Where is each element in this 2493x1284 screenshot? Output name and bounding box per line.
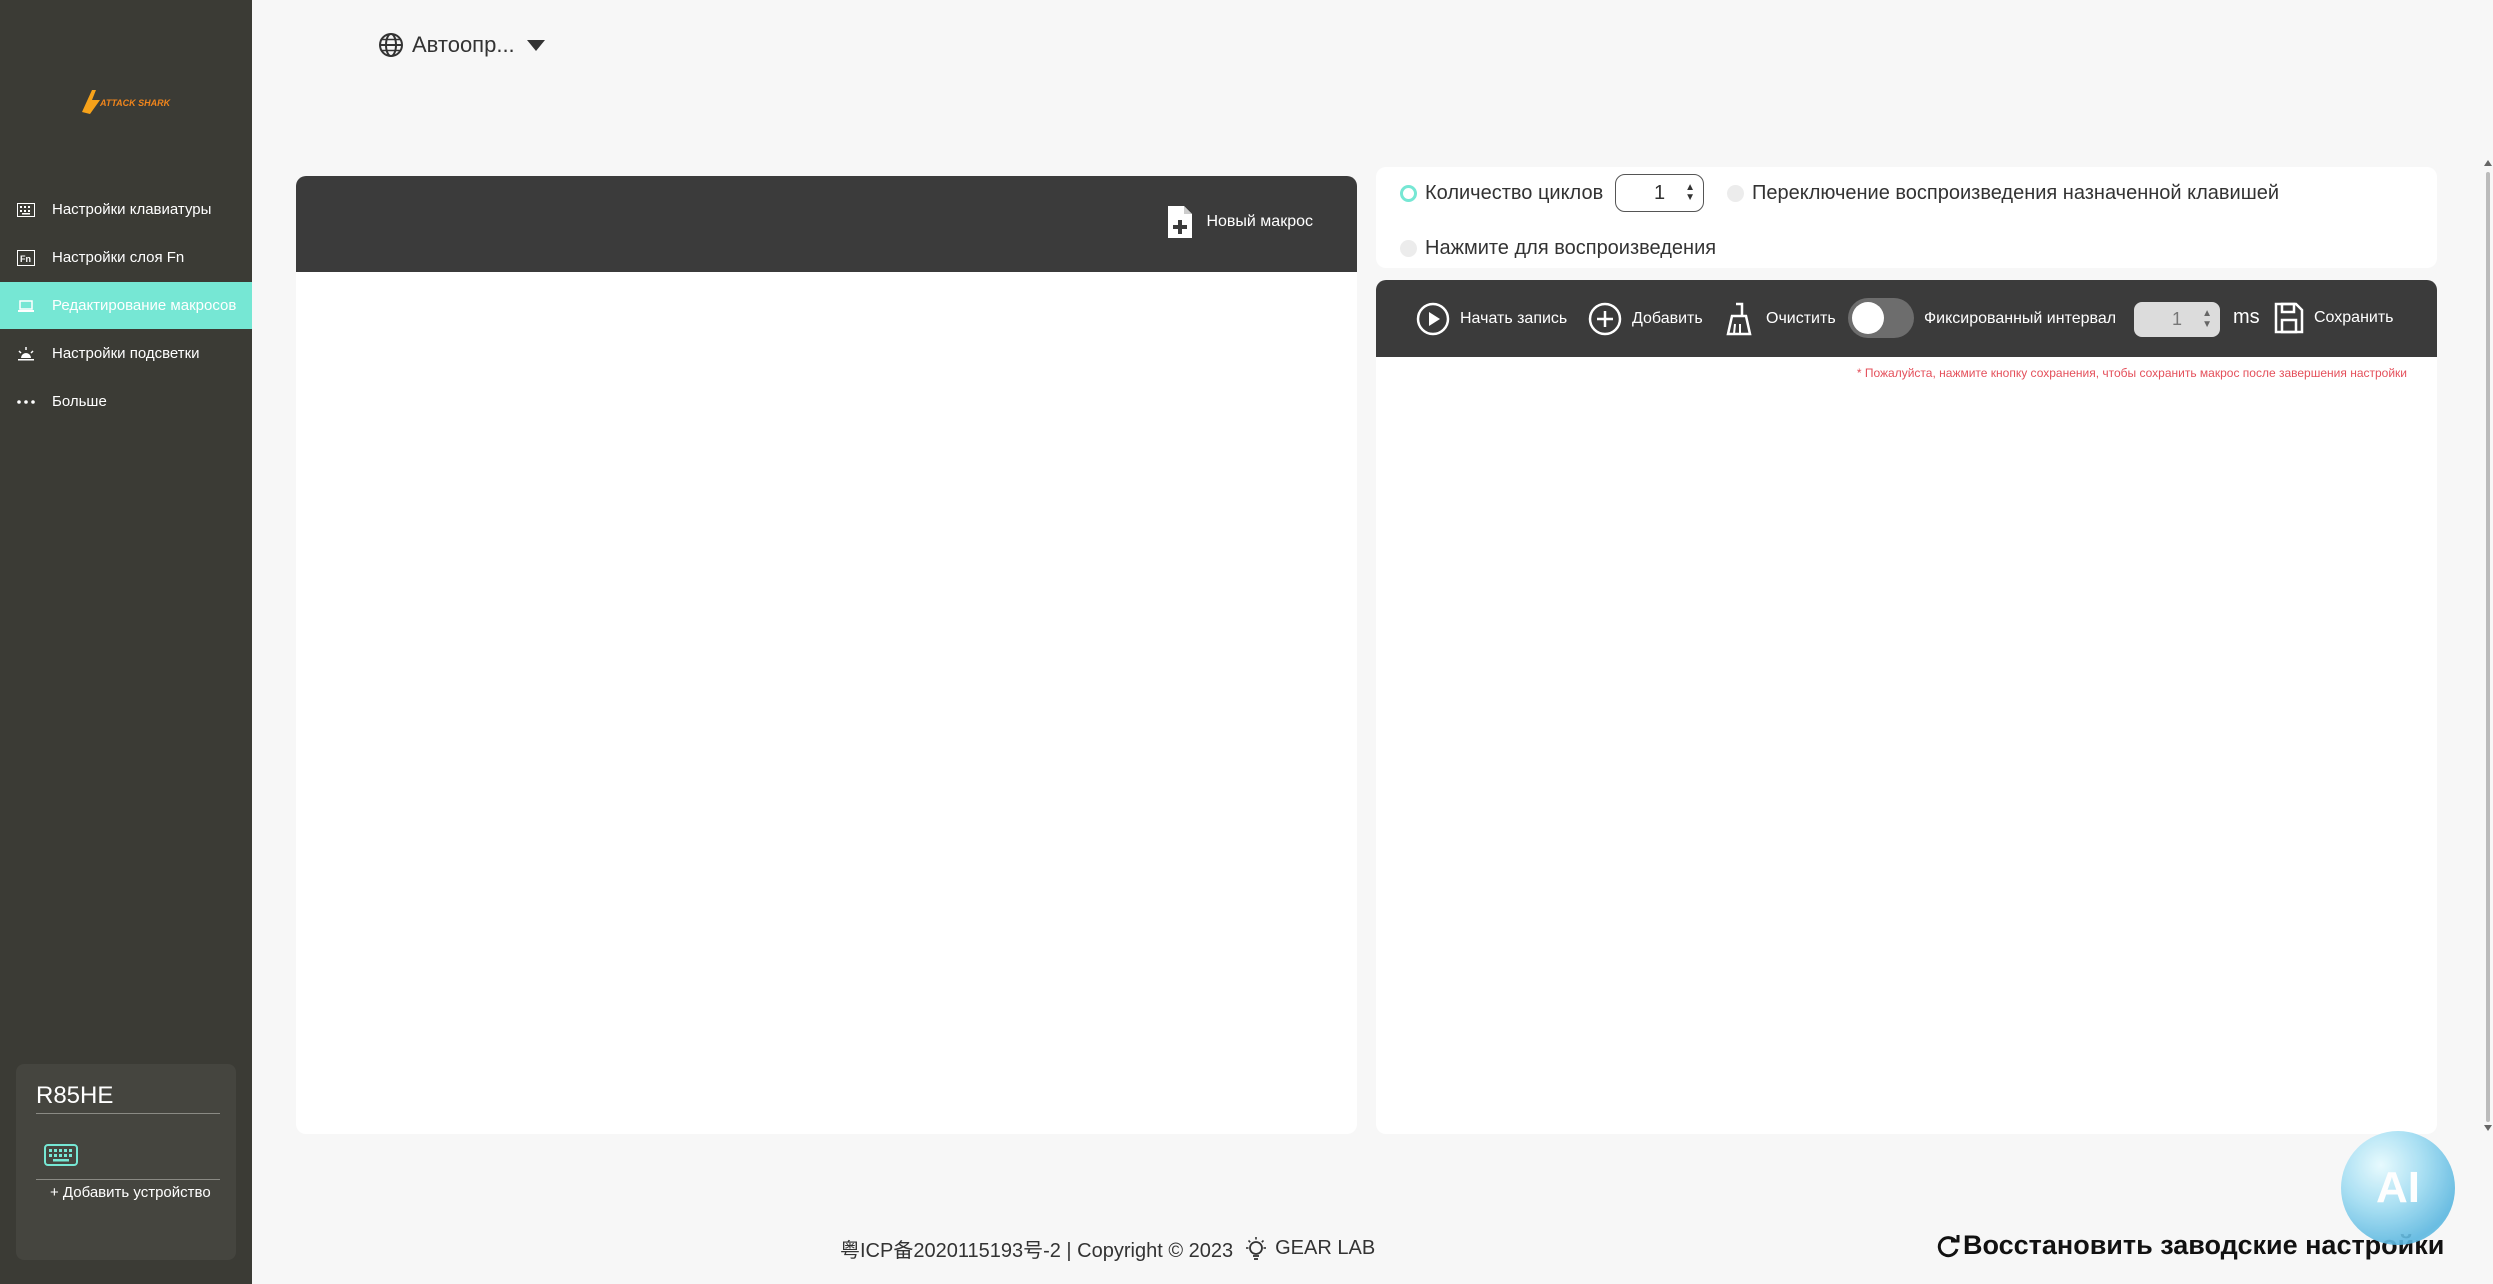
divider [36,1113,220,1114]
scrollbar-thumb[interactable] [2486,172,2490,1122]
language-label: Автоопр... [412,32,515,57]
save-button[interactable]: Сохранить [2274,302,2394,334]
add-button[interactable]: Добавить [1588,302,1703,336]
add-device-button[interactable]: + Добавить устройство [50,1184,211,1201]
editor-toolbar: Начать запись Добавить Очистить Фиксиров… [1376,280,2437,357]
broom-icon [1726,302,1752,336]
keyboard-icon[interactable] [44,1144,78,1171]
fn-key-icon: Fn [16,248,36,268]
globe-icon [378,32,404,58]
fixed-interval-label: Фиксированный интервал [1924,310,2117,327]
save-label: Сохранить [2314,309,2394,326]
new-file-icon [1168,206,1193,238]
refresh-icon [1937,1234,1960,1257]
language-selector[interactable]: Автоопр... [378,32,545,58]
sidebar-nav: Настройки клавиатуры Fn Настройки слоя F… [0,186,252,426]
sidebar-item-macro-editing[interactable]: Редактирование макросов [0,282,252,329]
clear-button[interactable]: Очистить [1724,302,1836,336]
sidebar-item-label: Настройки подсветки [52,345,200,362]
toggle-key-option[interactable]: Переключение воспроизведения назначенной… [1727,182,2279,205]
macro-editor: Начать запись Добавить Очистить Фиксиров… [1376,280,2437,1134]
ai-assistant-button[interactable]: AI [2341,1131,2455,1245]
laptop-icon [16,296,36,316]
macro-list-panel: Новый макрос [296,176,1357,1134]
press-play-option[interactable]: Нажмите для воспроизведения [1400,237,1716,260]
plus-circle-icon [1588,302,1622,336]
scroll-up-arrow[interactable] [2484,160,2492,166]
device-name[interactable]: R85HE [36,1082,113,1110]
new-macro-label: Новый макрос [1206,213,1313,230]
device-card: R85HE + Добавить устройство [16,1064,236,1260]
interval-unit: ms [2233,306,2260,328]
more-dots-icon [16,392,36,412]
brand-name: GEAR LAB [1275,1237,1376,1259]
footer: 粤ICP备2020115193号-2 | Copyright © 2023 GE… [840,1234,1375,1263]
sidebar-item-keyboard-settings[interactable]: Настройки клавиатуры [0,186,252,233]
radio-unselected[interactable] [1400,240,1417,257]
clear-label: Очистить [1766,310,1836,327]
stepper-arrows-icon[interactable]: ▲ ▼ [2202,308,2212,330]
divider [36,1179,220,1180]
sidebar-item-label: Настройки клавиатуры [52,201,212,218]
loop-count-option[interactable]: Количество циклов [1400,182,1603,205]
svg-text:Fn: Fn [20,254,31,264]
loop-count-label: Количество циклов [1425,182,1604,204]
macro-list-header: Новый макрос [296,176,1357,272]
floppy-disk-icon [2274,302,2304,334]
start-record-label: Начать запись [1460,310,1568,327]
sidebar-item-label: Редактирование макросов [52,297,237,314]
sidebar-item-fn-layer[interactable]: Fn Настройки слоя Fn [0,234,252,281]
sun-icon [16,344,36,364]
sidebar-item-more[interactable]: Больше [0,378,252,425]
attack-shark-logo: ATTACK SHARK [82,90,172,114]
save-hint: * Пожалуйста, нажмите кнопку сохранения,… [1856,366,2407,380]
interval-stepper[interactable]: 1 ▲ ▼ [2134,302,2220,337]
lightbulb-icon [1243,1236,1269,1262]
radio-selected[interactable] [1400,185,1417,202]
press-play-label: Нажмите для воспроизведения [1425,237,1717,259]
sidebar: ATTACK SHARK Настройки клавиатуры Fn Нас… [0,0,252,1284]
play-circle-icon [1416,302,1450,336]
interval-value: 1 [2171,309,2182,329]
radio-unselected[interactable] [1727,185,1744,202]
toggle-key-label: Переключение воспроизведения назначенной… [1752,182,2280,204]
add-label: Добавить [1632,310,1703,327]
logo-text: ATTACK SHARK [99,98,172,108]
ai-label: AI [2376,1163,2420,1212]
start-record-button[interactable]: Начать запись [1416,302,1567,336]
fixed-interval-toggle[interactable] [1848,298,1914,338]
playback-options: Количество циклов 1 ▲ ▼ Переключение восп… [1376,167,2437,268]
toggle-knob [1852,302,1884,334]
sidebar-item-label: Больше [52,393,107,410]
keyboard-grid-icon [16,200,36,220]
caret-down-icon [526,39,545,51]
sidebar-item-label: Настройки слоя Fn [52,249,185,266]
scroll-down-arrow[interactable] [2484,1125,2492,1131]
icp-copyright: 粤ICP备2020115193号-2 | Copyright © 2023 [840,1240,1234,1262]
new-macro-button[interactable]: Новый макрос [1166,204,1313,240]
stepper-arrows-icon[interactable]: ▲ ▼ [1685,183,1695,203]
loop-count-value: 1 [1653,181,1666,204]
loop-count-stepper[interactable]: 1 ▲ ▼ [1615,174,1704,212]
sidebar-item-lighting[interactable]: Настройки подсветки [0,330,252,377]
